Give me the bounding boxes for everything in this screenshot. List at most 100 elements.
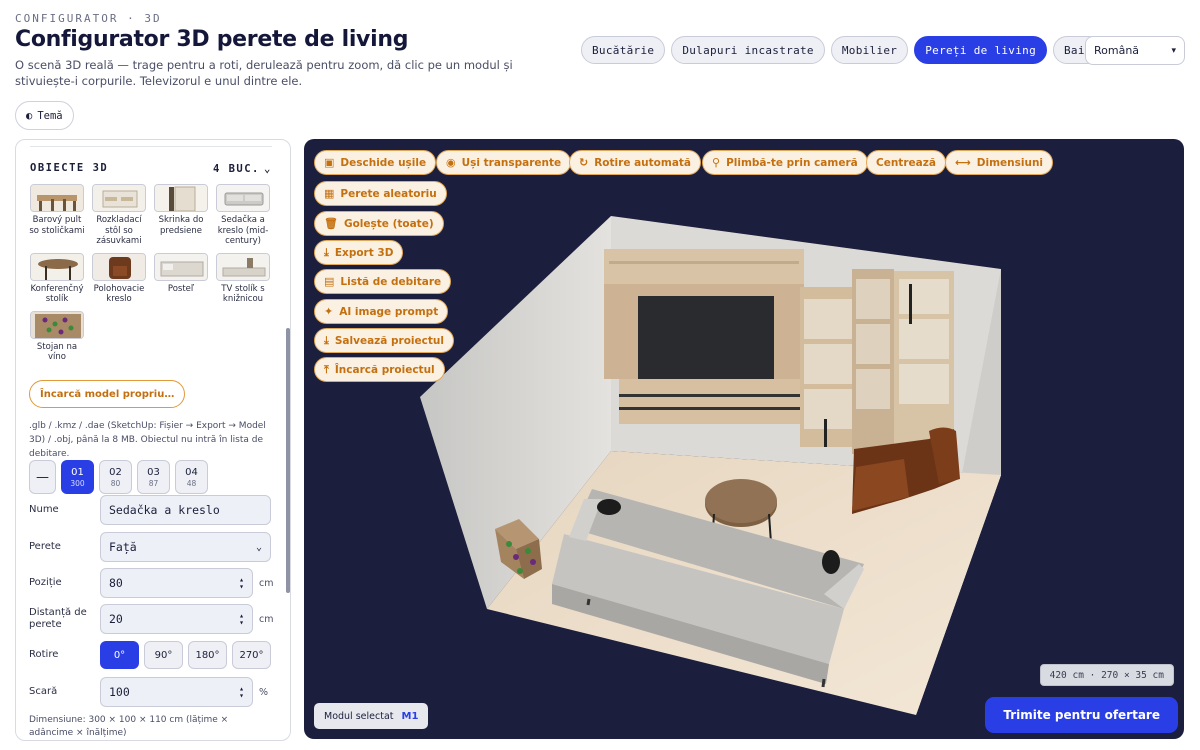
tab-furniture[interactable]: Mobilier	[830, 36, 909, 64]
stepper-arrows-icon[interactable]: ▴ ▾	[239, 612, 244, 627]
category-nav: Bucătărie Dulapuri incastrate Mobilier P…	[581, 36, 1103, 64]
stepper-arrows-icon[interactable]: ▴ ▾	[239, 576, 244, 591]
wall-unit[interactable]	[604, 249, 954, 454]
module-tab[interactable]: 04 48	[175, 460, 208, 494]
hall-cabinet-icon	[154, 184, 208, 212]
upload-model-button[interactable]: Încarcă model propriu…	[29, 380, 186, 408]
scale-row: Scară 100 ▴ ▾ %	[29, 677, 274, 707]
position-stepper[interactable]: 80 ▴ ▾	[100, 568, 253, 598]
object-label: Stojan na víno	[36, 341, 78, 363]
rotate-90-button[interactable]: 90°	[144, 641, 183, 669]
rotate-180-button[interactable]: 180°	[188, 641, 227, 669]
trash-icon: 🗑	[324, 217, 338, 230]
wall-select[interactable]: Față ⌄	[100, 532, 271, 562]
module-tab-width: 80	[110, 478, 121, 488]
door-icon: ▣	[324, 156, 335, 169]
ai-prompt-button[interactable]: ✦ AI image prompt	[314, 299, 449, 324]
table-icon: ▤	[324, 275, 335, 288]
download-icon: ⤓	[324, 333, 329, 347]
module-tab[interactable]: 03 87	[137, 460, 170, 494]
stepper-arrows-icon[interactable]: ▴ ▾	[239, 685, 244, 700]
object-item[interactable]: Barový pult so stoličkami	[29, 184, 85, 247]
position-label: Poziție	[29, 577, 62, 588]
rotation-row: Rotire 0° 90° 180° 270°	[29, 641, 274, 669]
dimensions-button[interactable]: ⟷ Dimensiuni	[945, 150, 1054, 175]
contrast-icon: ◐	[26, 109, 33, 122]
cut-list-label: Listă de debitare	[340, 275, 442, 288]
cut-list-button[interactable]: ▤ Listă de debitare	[314, 269, 452, 294]
ai-prompt-label: AI image prompt	[339, 305, 439, 318]
object-label: Rozkladací stôl so zásuvkami	[96, 215, 142, 246]
module-tab[interactable]: 02 80	[99, 460, 132, 494]
load-project-label: Încarcă proiectul	[334, 363, 435, 376]
wall-value: Față	[109, 540, 137, 554]
tab-living-walls[interactable]: Pereți de living	[914, 36, 1047, 64]
object-item[interactable]: Sedačka a kreslo (mid-century)	[215, 184, 271, 247]
distance-row: Distanță de perete 20 ▴ ▾ cm	[29, 604, 274, 634]
tab-built-in-wardrobes[interactable]: Dulapuri incastrate	[671, 36, 825, 64]
coffee-table-icon	[30, 252, 84, 281]
wall-label: Perete	[29, 541, 61, 552]
distance-stepper[interactable]: 20 ▴ ▾	[100, 604, 253, 634]
send-for-quote-button[interactable]: Trimite pentru ofertare	[985, 697, 1178, 733]
object-label: Sedačka a kreslo (mid-century)	[217, 215, 269, 246]
object-item[interactable]: TV stolík s knižnicou	[215, 252, 271, 305]
rotate-icon: ↻	[579, 156, 589, 169]
object-item[interactable]: Rozkladací stôl so zásuvkami	[91, 184, 147, 247]
object-label: Polohovacie kreslo	[93, 283, 145, 305]
module-tab[interactable]: 01 300	[61, 460, 94, 494]
open-doors-label: Deschide ușile	[340, 156, 427, 169]
tv-stand-icon	[216, 252, 270, 281]
position-value: 80	[109, 576, 123, 590]
auto-rotate-button[interactable]: ↻ Rotire automată	[569, 150, 702, 175]
selected-module-badge: Modul selectat M1	[314, 703, 429, 729]
dimensions-label: Dimensiuni	[976, 156, 1044, 169]
object-item[interactable]: Skrinka do predsiene	[153, 184, 209, 247]
position-row: Poziție 80 ▴ ▾ cm	[29, 568, 274, 598]
center-label: Centrează	[876, 156, 936, 169]
objects-header[interactable]: OBIECTE 3D 4 BUC. ⌄	[30, 162, 272, 175]
center-button[interactable]: Centrează	[866, 150, 946, 175]
save-project-button[interactable]: ⤓ Salvează proiectul	[314, 328, 454, 353]
walk-icon: ⚲	[712, 156, 721, 169]
object-item[interactable]: Posteľ	[153, 252, 209, 305]
transparent-doors-button[interactable]: ◉ Uși transparente	[436, 150, 572, 175]
room-dimensions-badge: 420 cm · 270 × 35 cm	[1039, 664, 1174, 686]
open-doors-button[interactable]: ▣ Deschide ușile	[314, 150, 437, 175]
export-3d-button[interactable]: ⤓ Export 3D	[314, 240, 404, 265]
object-label: Barový pult so stoličkami	[29, 215, 85, 236]
3d-viewport[interactable]: ▣ Deschide ușile ◉ Uși transparente ↻ Ro…	[304, 139, 1184, 739]
rotation-buttons: 0° 90° 180° 270°	[100, 641, 271, 669]
page-title: Configurator 3D perete de living	[15, 27, 409, 52]
eyebrow-label: CONFIGURATOR · 3D	[15, 12, 162, 25]
upload-note: .glb / .kmz / .dae (SketchUp: Fișier → E…	[29, 421, 266, 459]
object-item[interactable]: Stojan na víno	[29, 310, 85, 363]
random-wall-button[interactable]: ▦ Perete aleatoriu	[314, 181, 447, 206]
rotate-0-button[interactable]: 0°	[100, 641, 139, 669]
distance-value: 20	[109, 612, 123, 626]
walk-camera-button[interactable]: ⚲ Plimbă-te prin cameră	[702, 150, 868, 175]
tab-kitchen[interactable]: Bucătărie	[581, 36, 666, 64]
scale-stepper[interactable]: 100 ▴ ▾	[100, 677, 253, 707]
object-label: Skrinka do predsiene	[158, 215, 204, 236]
name-field[interactable]: Sedačka a kreslo	[100, 495, 271, 525]
object-label: TV stolík s knižnicou	[221, 283, 265, 305]
chevron-down-icon: ⌄	[255, 541, 262, 553]
name-value: Sedačka a kreslo	[109, 503, 220, 517]
rotate-270-button[interactable]: 270°	[232, 641, 271, 669]
theme-label: Temă	[37, 109, 63, 122]
clear-all-button[interactable]: 🗑 Golește (toate)	[314, 211, 444, 236]
object-item[interactable]: Polohovacie kreslo	[91, 252, 147, 305]
theme-toggle-button[interactable]: ◐ Temă	[15, 101, 74, 130]
load-project-button[interactable]: ⤒ Încarcă proiectul	[314, 357, 445, 382]
language-select[interactable]: Română ▾	[1085, 36, 1185, 65]
chevron-down-icon: ⌄	[263, 162, 272, 175]
download-icon: ⤓	[324, 245, 329, 259]
object-item[interactable]: Konferenčný stolík	[29, 252, 85, 305]
object-library: Barový pult so stoličkami Rozkladací stô…	[29, 184, 273, 363]
panel-scrollbar[interactable]	[286, 328, 290, 593]
bed-icon	[154, 252, 208, 281]
remove-module-button[interactable]: —	[29, 460, 56, 494]
selected-module-label: Modul selectat	[324, 710, 394, 722]
walk-camera-label: Plimbă-te prin cameră	[726, 156, 858, 169]
